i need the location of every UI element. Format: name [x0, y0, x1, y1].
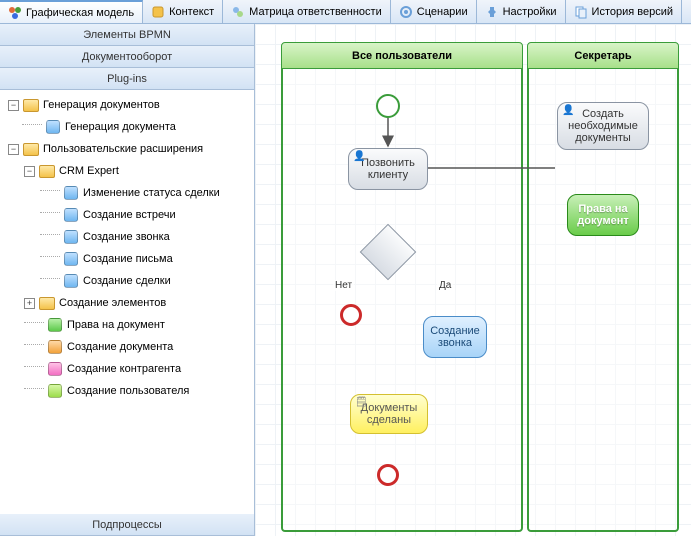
tree-node-crm-expert[interactable]: − CRM Expert	[2, 160, 252, 182]
plugins-tree: − Генерация документов Генерация докумен…	[0, 90, 254, 514]
tree-node-create-letter[interactable]: Создание письма	[2, 248, 252, 270]
tree-node-create-elements[interactable]: + Создание элементов	[2, 292, 252, 314]
settings-icon	[485, 5, 499, 19]
task-call-client[interactable]: 👤 Позвонить клиенту	[348, 148, 428, 190]
end-event-1[interactable]	[340, 304, 362, 326]
task-icon	[48, 340, 62, 354]
tree-label: Пользовательские расширения	[43, 143, 203, 155]
tree-label: CRM Expert	[59, 165, 119, 177]
collapse-icon[interactable]: −	[8, 100, 19, 111]
matrix-icon	[231, 5, 245, 19]
tree-label: Генерация документов	[43, 99, 160, 111]
lane-header: Все пользователи	[282, 43, 522, 69]
task-icon	[46, 120, 60, 134]
model-icon	[8, 6, 22, 20]
task-icon	[48, 318, 62, 332]
tab-label: Матрица ответственности	[249, 6, 382, 18]
tree-label: Создание звонка	[83, 231, 170, 243]
task-icon	[64, 274, 78, 288]
tab-responsibility-matrix[interactable]: Матрица ответственности	[223, 0, 391, 23]
tree-label: Создание встречи	[83, 209, 176, 221]
tree-node-create-deal[interactable]: Создание сделки	[2, 270, 252, 292]
tree-node-create-meeting[interactable]: Создание встречи	[2, 204, 252, 226]
tree-node-gen-doc[interactable]: Генерация документа	[2, 116, 252, 138]
panel-plugins[interactable]: Plug-ins	[0, 68, 254, 90]
folder-icon	[23, 143, 39, 156]
collapse-icon[interactable]: −	[8, 144, 19, 155]
tree-label: Создание элементов	[59, 297, 166, 309]
task-icon	[64, 230, 78, 244]
tree-label: Создание сделки	[83, 275, 171, 287]
context-icon	[151, 5, 165, 19]
node-label: Создать необходимые документы	[564, 108, 642, 144]
start-event[interactable]	[376, 94, 400, 118]
node-label: Создание звонка	[430, 325, 480, 349]
task-create-docs[interactable]: 👤 Создать необходимые документы	[557, 102, 649, 150]
expand-icon[interactable]: +	[24, 298, 35, 309]
tree-label: Изменение статуса сделки	[83, 187, 220, 199]
diagram-canvas[interactable]: Все пользователи Секретарь 👤 Позвонить к…	[255, 24, 691, 536]
user-icon: 👤	[353, 151, 365, 163]
task-create-call[interactable]: Создание звонка	[423, 316, 487, 358]
tree-node-create-user[interactable]: Создание пользователя	[2, 380, 252, 402]
task-icon	[48, 362, 62, 376]
tree-node-rights-doc[interactable]: Права на документ	[2, 314, 252, 336]
tree-label: Генерация документа	[65, 121, 176, 133]
edge-label-yes: Да	[437, 280, 453, 291]
tree-label: Создание контрагента	[67, 363, 181, 375]
panel-subprocesses[interactable]: Подпроцессы	[0, 514, 254, 536]
collapse-icon[interactable]: −	[24, 166, 35, 177]
task-icon	[64, 186, 78, 200]
panel-docflow[interactable]: Документооборот	[0, 46, 254, 68]
node-label: Права на документ	[574, 203, 632, 227]
tree-node-change-status[interactable]: Изменение статуса сделки	[2, 182, 252, 204]
tab-version-history[interactable]: История версий	[566, 0, 682, 23]
tree-node-create-counterparty[interactable]: Создание контрагента	[2, 358, 252, 380]
tree-node-create-call[interactable]: Создание звонка	[2, 226, 252, 248]
panel-bpmn-elements[interactable]: Элементы BPMN	[0, 24, 254, 46]
lane-all-users[interactable]: Все пользователи	[281, 42, 523, 532]
task-icon	[48, 384, 62, 398]
sidebar: Элементы BPMN Документооборот Plug-ins −…	[0, 24, 255, 536]
tab-settings[interactable]: Настройки	[477, 0, 566, 23]
task-rights-doc[interactable]: Права на документ	[567, 194, 639, 236]
tab-label: Графическая модель	[26, 7, 134, 19]
task-icon	[64, 208, 78, 222]
history-icon	[574, 5, 588, 19]
tab-label: Настройки	[503, 6, 557, 18]
tab-graphical-model[interactable]: Графическая модель	[0, 0, 143, 23]
tree-label: Права на документ	[67, 319, 165, 331]
folder-icon	[39, 297, 55, 310]
top-tabs: Графическая модель Контекст Матрица отве…	[0, 0, 691, 24]
tab-label: История версий	[592, 6, 673, 18]
tab-label: Сценарии	[417, 6, 468, 18]
tab-scenarios[interactable]: Сценарии	[391, 0, 477, 23]
tree-label: Создание документа	[67, 341, 173, 353]
user-icon: 👤	[562, 105, 574, 117]
edge-label-no: Нет	[333, 280, 354, 291]
folder-icon	[23, 99, 39, 112]
task-icon	[64, 252, 78, 266]
folder-icon	[39, 165, 55, 178]
note-icon: 🗒	[355, 397, 368, 409]
tree-label: Создание письма	[83, 253, 173, 265]
tree-node-create-document[interactable]: Создание документа	[2, 336, 252, 358]
tree-node-gen-docs[interactable]: − Генерация документов	[2, 94, 252, 116]
task-docs-done[interactable]: 🗒 Документы сделаны	[350, 394, 428, 434]
tab-label: Контекст	[169, 6, 214, 18]
scenarios-icon	[399, 5, 413, 19]
tree-node-user-ext[interactable]: − Пользовательские расширения	[2, 138, 252, 160]
tab-context[interactable]: Контекст	[143, 0, 223, 23]
end-event-2[interactable]	[377, 464, 399, 486]
tree-label: Создание пользователя	[67, 385, 189, 397]
lane-header: Секретарь	[528, 43, 678, 69]
